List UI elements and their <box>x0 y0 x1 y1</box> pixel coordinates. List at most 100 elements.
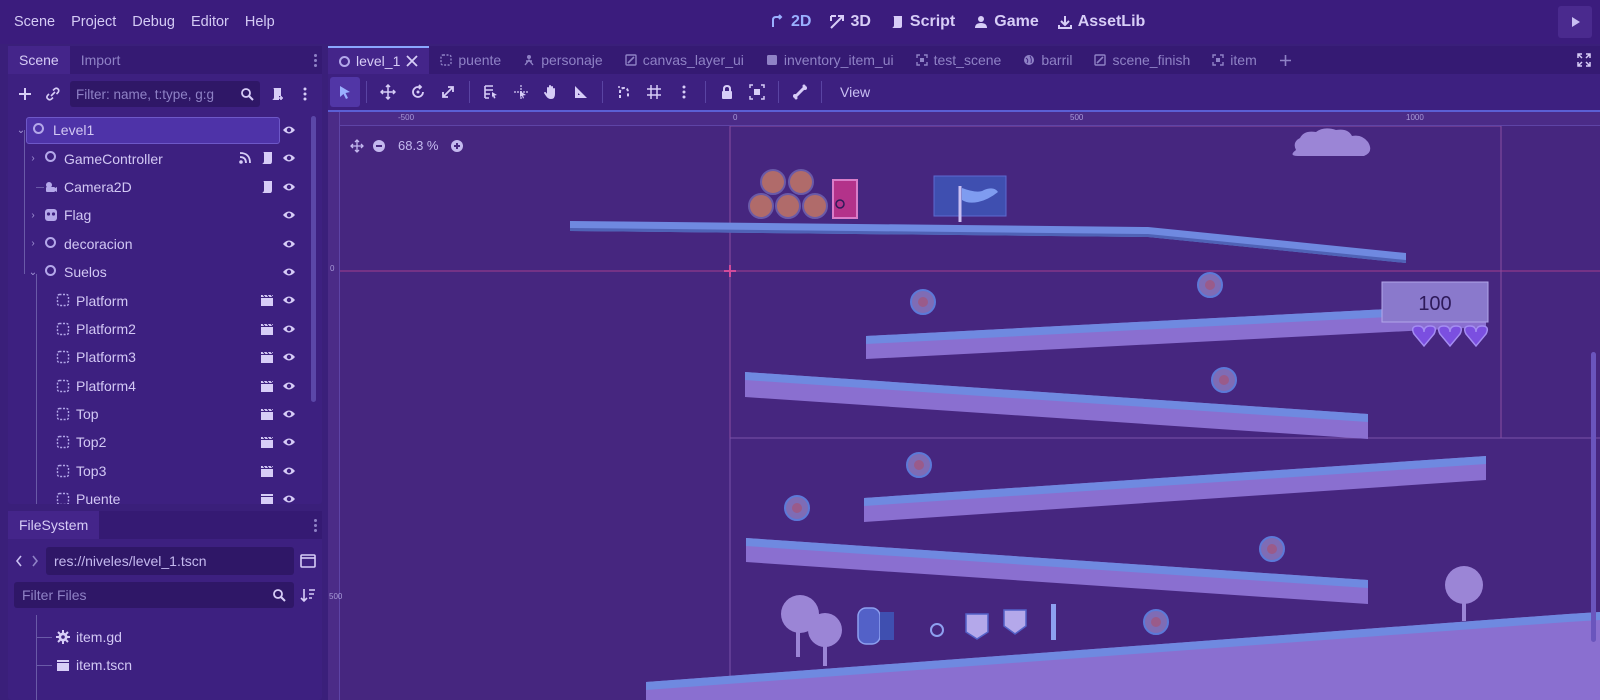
play-button[interactable] <box>1558 6 1592 38</box>
visibility-eye-icon[interactable] <box>282 436 296 448</box>
collapse-arrow-icon[interactable]: ⌄ <box>28 267 38 278</box>
tab-barril[interactable]: barril <box>1012 46 1083 74</box>
visibility-eye-icon[interactable] <box>282 181 296 193</box>
visibility-eye-icon[interactable] <box>282 380 296 392</box>
tree-node-flag[interactable]: › Flag <box>8 201 308 229</box>
tab-test-scene[interactable]: test_scene <box>905 46 1013 74</box>
mode-script-button[interactable]: Script <box>889 13 955 31</box>
node-filter-input[interactable]: Filter: name, t:type, g:g <box>70 81 260 107</box>
move-mode-button[interactable] <box>373 77 403 107</box>
tab-puente[interactable]: puente <box>429 46 512 74</box>
mode-assetlib-button[interactable]: AssetLib <box>1057 13 1145 31</box>
rotate-mode-button[interactable] <box>403 77 433 107</box>
fs-path-field[interactable]: res://niveles/level_1.tscn <box>46 547 294 575</box>
scale-mode-button[interactable] <box>433 77 463 107</box>
vertical-ruler[interactable]: 0 500 <box>328 112 342 700</box>
tab-import[interactable]: Import <box>70 46 132 74</box>
scene-tree-scrollbar[interactable] <box>311 116 316 402</box>
select-mode-button[interactable] <box>330 77 360 107</box>
skeleton-button[interactable] <box>785 77 815 107</box>
tree-node-suelos[interactable]: ⌄ Suelos <box>8 258 308 286</box>
expand-arrow-icon[interactable]: › <box>28 153 38 164</box>
split-view-icon[interactable] <box>300 554 316 568</box>
menu-editor[interactable]: Editor <box>183 0 237 44</box>
tree-node-decoracion[interactable]: › decoracion <box>8 230 308 258</box>
canvas-viewport[interactable]: 100 -500 0 500 1000 0 500 68.3 % <box>328 110 1600 700</box>
dock-menu-icon[interactable] <box>308 511 322 539</box>
visibility-eye-icon[interactable] <box>282 323 296 335</box>
clapper-icon[interactable] <box>260 293 274 307</box>
mode-2d-button[interactable]: 2D <box>770 13 811 31</box>
group-button[interactable] <box>742 77 772 107</box>
add-node-button[interactable] <box>14 83 36 105</box>
tree-node-level1[interactable]: ⌄ Level1 <box>8 116 308 144</box>
visibility-eye-icon[interactable] <box>282 266 296 278</box>
lock-button[interactable] <box>712 77 742 107</box>
distraction-free-button[interactable] <box>1568 46 1600 74</box>
grid-snap-button[interactable] <box>639 77 669 107</box>
ruler-mode-button[interactable] <box>566 77 596 107</box>
tree-node-platform[interactable]: Platform <box>8 286 308 314</box>
tree-node-platform2[interactable]: Platform2 <box>8 315 308 343</box>
script-icon[interactable] <box>260 180 274 194</box>
attach-script-button[interactable] <box>266 83 288 105</box>
file-filter-input[interactable]: Filter Files <box>14 582 294 608</box>
center-view-icon[interactable] <box>350 138 364 153</box>
visibility-eye-icon[interactable] <box>282 152 296 164</box>
horizontal-ruler[interactable]: -500 0 500 1000 <box>340 112 1600 126</box>
close-icon[interactable] <box>406 55 419 67</box>
tree-node-gamecontroller[interactable]: › GameController <box>8 144 308 172</box>
tab-scene-finish[interactable]: scene_finish <box>1083 46 1201 74</box>
tab-level-1[interactable]: level_1 <box>328 46 430 74</box>
dock-menu-icon[interactable] <box>308 46 322 74</box>
tree-node-top[interactable]: Top <box>8 400 308 428</box>
zoom-level[interactable]: 68.3 % <box>398 138 438 153</box>
script-icon[interactable] <box>260 151 274 165</box>
visibility-eye-icon[interactable] <box>282 124 296 136</box>
visibility-eye-icon[interactable] <box>282 408 296 420</box>
mode-game-button[interactable]: Game <box>973 13 1039 31</box>
visibility-eye-icon[interactable] <box>282 351 296 363</box>
list-select-button[interactable] <box>476 77 506 107</box>
visibility-eye-icon[interactable] <box>282 465 296 477</box>
tab-filesystem[interactable]: FileSystem <box>8 511 100 539</box>
tab-canvas-layer-ui[interactable]: canvas_layer_ui <box>614 46 755 74</box>
mode-3d-button[interactable]: 3D <box>829 13 871 31</box>
clapper-icon[interactable] <box>260 492 274 504</box>
tree-node-top3[interactable]: Top3 <box>8 457 308 485</box>
clapper-icon[interactable] <box>260 435 274 449</box>
signal-icon[interactable] <box>238 151 252 165</box>
menu-scene[interactable]: Scene <box>6 0 63 44</box>
zoom-out-icon[interactable] <box>372 139 386 153</box>
pivot-mode-button[interactable] <box>506 77 536 107</box>
visibility-eye-icon[interactable] <box>282 238 296 250</box>
menu-help[interactable]: Help <box>237 0 283 44</box>
back-arrow-icon[interactable] <box>14 554 24 568</box>
viewport-scrollbar[interactable] <box>1591 352 1596 642</box>
visibility-eye-icon[interactable] <box>282 294 296 306</box>
tree-node-camera2d[interactable]: Camera2D <box>8 173 308 201</box>
tab-scene[interactable]: Scene <box>8 46 70 74</box>
new-tab-button[interactable] <box>1268 46 1303 74</box>
menu-debug[interactable]: Debug <box>124 0 183 44</box>
clapper-icon[interactable] <box>260 379 274 393</box>
zoom-in-icon[interactable] <box>450 139 464 153</box>
menu-project[interactable]: Project <box>63 0 124 44</box>
smart-snap-button[interactable] <box>609 77 639 107</box>
expand-arrow-icon[interactable]: › <box>28 210 38 221</box>
scene-options-button[interactable] <box>294 83 316 105</box>
expand-arrow-icon[interactable]: › <box>28 238 38 249</box>
collapse-arrow-icon[interactable]: ⌄ <box>16 125 26 136</box>
tab-personaje[interactable]: personaje <box>512 46 614 74</box>
tree-node-puente[interactable]: Puente <box>8 485 308 504</box>
sort-icon[interactable] <box>300 587 316 603</box>
tab-inventory-item-ui[interactable]: inventory_item_ui <box>755 46 905 74</box>
pan-mode-button[interactable] <box>536 77 566 107</box>
clapper-icon[interactable] <box>260 322 274 336</box>
view-menu-button[interactable]: View <box>828 77 882 107</box>
level-canvas[interactable]: 100 <box>328 112 1600 700</box>
tree-node-platform4[interactable]: Platform4 <box>8 372 308 400</box>
visibility-eye-icon[interactable] <box>282 209 296 221</box>
tab-item[interactable]: item <box>1201 46 1267 74</box>
snap-options-button[interactable] <box>669 77 699 107</box>
